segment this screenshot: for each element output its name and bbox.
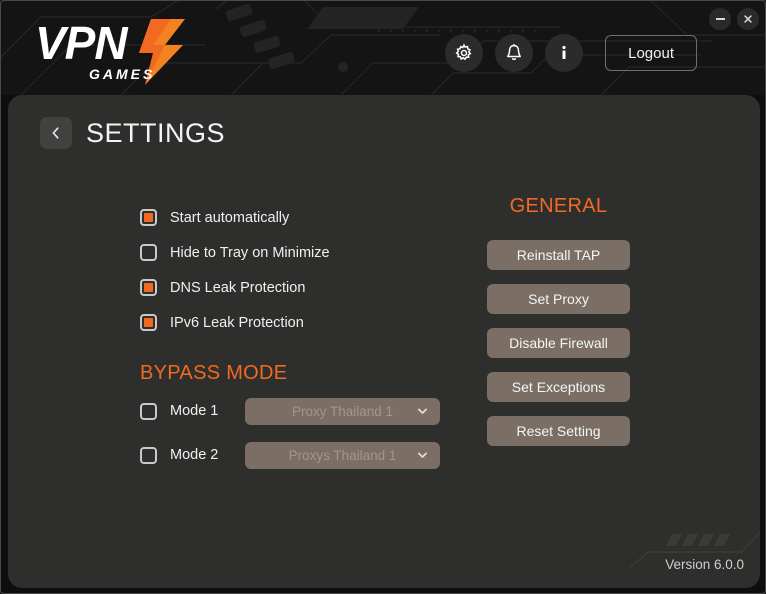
reinstall-tap-button[interactable]: Reinstall TAP	[487, 240, 630, 270]
info-button[interactable]	[545, 34, 584, 72]
general-section: GENERAL Reinstall TAP Set Proxy Disable …	[486, 195, 631, 460]
set-exceptions-button[interactable]: Set Exceptions	[487, 372, 630, 402]
set-proxy-button[interactable]: Set Proxy	[487, 284, 630, 314]
title-bar: VPN GAMES Logout	[1, 1, 765, 95]
chevron-down-icon	[416, 405, 429, 418]
app-window: VPN GAMES Logout SETTINGS Start automati…	[0, 0, 766, 594]
option-dns-leak-protection[interactable]: DNS Leak Protection	[140, 270, 440, 305]
reset-setting-button[interactable]: Reset Setting	[487, 416, 630, 446]
general-heading: GENERAL	[509, 195, 608, 217]
version-label: Version 6.0.0	[665, 557, 744, 572]
mode-2-proxy-select[interactable]: Proxys Thailand 1	[245, 441, 440, 469]
option-label: DNS Leak Protection	[170, 279, 306, 296]
option-label: Start automatically	[170, 209, 290, 226]
checkbox-mode-1[interactable]	[140, 402, 157, 420]
checkbox-ipv6-leak-protection[interactable]	[140, 314, 157, 331]
chevron-down-icon	[416, 449, 429, 462]
disable-firewall-button[interactable]: Disable Firewall	[487, 328, 630, 358]
chevron-left-icon	[52, 127, 59, 139]
mode-1-proxy-select[interactable]: Proxy Thailand 1	[245, 397, 440, 425]
option-label: IPv6 Leak Protection	[170, 314, 304, 331]
minimize-button[interactable]	[709, 8, 731, 30]
info-icon	[562, 45, 566, 59]
app-logo: VPN GAMES	[33, 17, 213, 87]
option-ipv6-leak-protection[interactable]: IPv6 Leak Protection	[140, 305, 440, 340]
header-actions: Logout	[445, 34, 697, 72]
bypass-mode-2-row: Mode 2 Proxys Thailand 1	[140, 433, 440, 477]
logout-button[interactable]: Logout	[605, 35, 697, 71]
checkbox-mode-2[interactable]	[140, 446, 157, 464]
bypass-mode-heading: BYPASS MODE	[140, 362, 288, 384]
window-controls	[709, 8, 759, 30]
option-start-automatically[interactable]: Start automatically	[140, 200, 440, 235]
mode-1-label: Mode 1	[170, 403, 219, 419]
option-hide-to-tray[interactable]: Hide to Tray on Minimize	[140, 235, 440, 270]
settings-gear-button[interactable]	[445, 34, 484, 72]
close-button[interactable]	[737, 8, 759, 30]
page-header: SETTINGS	[40, 117, 225, 149]
checkbox-fill	[144, 283, 153, 292]
mode-1-selected-option: Proxy Thailand 1	[291, 403, 394, 419]
checkbox-fill	[144, 213, 153, 222]
checkbox-hide-to-tray[interactable]	[140, 244, 157, 261]
checkbox-dns-leak-protection[interactable]	[140, 279, 157, 296]
option-label: Hide to Tray on Minimize	[170, 244, 330, 261]
bell-icon	[507, 43, 522, 61]
mode-2-selected-option: Proxys Thailand 1	[288, 447, 397, 463]
notifications-button[interactable]	[495, 34, 534, 72]
footer-decoration	[630, 531, 760, 569]
back-button[interactable]	[40, 117, 72, 149]
settings-panel: SETTINGS Start automatically Hide to Tra…	[8, 95, 760, 588]
svg-text:GAMES: GAMES	[89, 66, 155, 82]
left-options-column: Start automatically Hide to Tray on Mini…	[140, 200, 440, 477]
checkbox-start-automatically[interactable]	[140, 209, 157, 226]
close-icon	[744, 15, 752, 23]
svg-text:VPN: VPN	[35, 17, 128, 69]
mode-2-label: Mode 2	[170, 447, 219, 463]
page-title: SETTINGS	[86, 117, 226, 148]
bypass-mode-1-row: Mode 1 Proxy Thailand 1	[140, 389, 440, 433]
checkbox-fill	[144, 318, 153, 327]
gear-icon	[455, 43, 472, 61]
